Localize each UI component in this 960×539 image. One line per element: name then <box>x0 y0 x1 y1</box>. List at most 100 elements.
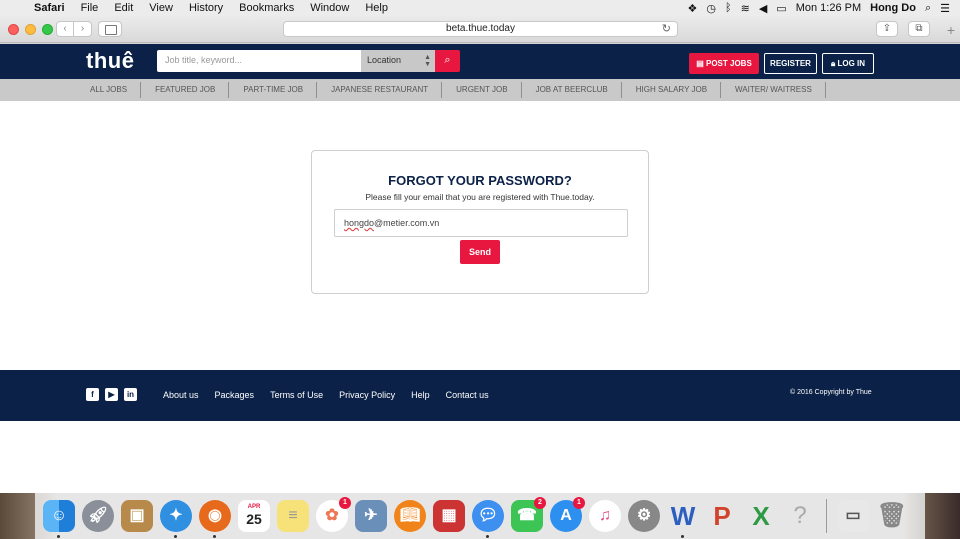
register-button[interactable]: REGISTER <box>764 53 817 74</box>
search-button[interactable]: ⌕ <box>435 50 460 72</box>
send-button[interactable]: Send <box>460 240 500 264</box>
menu-help[interactable]: Help <box>357 2 396 14</box>
document-icon: ▤ <box>696 59 706 68</box>
web-page: thuê Job title, keyword... Location ▲ ▼ ⌕… <box>0 44 960 493</box>
location-select[interactable]: Location ▲ ▼ <box>361 50 435 72</box>
menubar-user[interactable]: Hong Do <box>870 2 916 14</box>
app-store-badge: 1 <box>573 497 585 509</box>
site-header: thuê Job title, keyword... Location ▲ ▼ ⌕… <box>0 44 960 79</box>
calendar-icon[interactable]: APR 25 <box>238 500 270 532</box>
wifi-icon[interactable]: ≋ <box>741 2 750 15</box>
category-job-at-beerclub[interactable]: JOB AT BEERCLUB <box>522 79 622 101</box>
photos-badge: 1 <box>339 497 351 509</box>
battery-icon[interactable]: ▭ <box>776 2 786 15</box>
app-store-icon[interactable]: A1 <box>550 497 585 532</box>
calendar-month: APR <box>247 504 261 510</box>
category-high-salary-job[interactable]: HIGH SALARY JOB <box>622 79 722 101</box>
messages-icon[interactable]: 💬︎ <box>472 500 504 538</box>
email-field[interactable]: hongdo@metier.com.vn <box>334 209 628 237</box>
forgot-password-subtitle: Please fill your email that you are regi… <box>365 192 595 202</box>
menu-edit[interactable]: Edit <box>106 2 141 14</box>
select-arrows-icon: ▲ ▼ <box>424 54 431 68</box>
category-urgent-job[interactable]: URGENT JOB <box>442 79 523 101</box>
excel-icon[interactable]: X <box>745 500 777 532</box>
category-all-jobs[interactable]: ALL JOBS <box>76 79 142 101</box>
macos-dock: ☺ 🚀︎ ▣ ✦ ◉ APR 25 ≡ ✿ 1 ✈︎ 📖︎ ▦ 💬︎ ☎ 2 A1 ♫… <box>0 493 960 539</box>
footer-link-about[interactable]: About us <box>163 390 199 400</box>
category-waiter-waitress[interactable]: WAITER/ WAITRESS <box>721 79 826 101</box>
category-part-time-job[interactable]: PART-TIME JOB <box>229 79 317 101</box>
menubar-clock[interactable]: Mon 1:26 PM <box>796 2 861 14</box>
dropbox-icon[interactable]: ❖ <box>688 2 698 15</box>
login-button[interactable]: 🔒︎ LOG IN <box>822 53 874 74</box>
forgot-password-title: FORGOT YOUR PASSWORD? <box>388 173 572 188</box>
bluetooth-icon[interactable]: ᛒ <box>725 2 732 14</box>
powerpoint-icon[interactable]: P <box>706 500 738 532</box>
launchpad-icon[interactable]: 🚀︎ <box>82 500 114 532</box>
search-icon: ⌕ <box>444 54 451 66</box>
spotlight-icon[interactable]: ⌕ <box>925 2 931 15</box>
minimize-window-button[interactable] <box>25 24 36 35</box>
category-nav: ALL JOBS FEATURED JOB PART-TIME JOB JAPA… <box>0 79 960 101</box>
preview-icon[interactable]: ✈︎ <box>355 500 387 532</box>
search-input[interactable]: Job title, keyword... <box>157 50 361 72</box>
trash-icon[interactable]: 🗑︎ <box>876 500 908 532</box>
site-footer: f ▶ in About us Packages Terms of Use Pr… <box>0 370 960 421</box>
firefox-icon[interactable]: ◉ <box>199 500 231 538</box>
unknown-app-icon[interactable]: ? <box>784 500 816 532</box>
menu-bookmarks[interactable]: Bookmarks <box>231 2 302 14</box>
macos-menu-bar: Safari File Edit View History Bookmarks … <box>0 0 960 16</box>
safari-icon[interactable]: ✦ <box>160 500 192 538</box>
reload-icon[interactable]: ↻ <box>662 22 671 36</box>
back-button[interactable]: ‹ <box>56 21 74 37</box>
close-window-button[interactable] <box>8 24 19 35</box>
menu-view[interactable]: View <box>141 2 181 14</box>
menu-window[interactable]: Window <box>302 2 357 14</box>
linkedin-icon[interactable]: in <box>124 388 137 401</box>
tabs-overview-button[interactable]: ⧉ <box>908 21 930 37</box>
photo-booth-icon[interactable]: ▦ <box>433 500 465 532</box>
notes-icon[interactable]: ≡ <box>277 500 309 532</box>
downloads-stack-icon[interactable]: ▭ <box>837 500 869 532</box>
ibooks-icon[interactable]: 📖︎ <box>394 500 426 532</box>
finder-icon[interactable]: ☺ <box>43 500 75 538</box>
facetime-icon[interactable]: ☎ 2 <box>511 497 546 532</box>
fullscreen-window-button[interactable] <box>42 24 53 35</box>
footer-link-terms[interactable]: Terms of Use <box>270 390 323 400</box>
contacts-icon[interactable]: ▣ <box>121 500 153 532</box>
new-tab-button[interactable]: + <box>942 22 960 40</box>
footer-link-privacy[interactable]: Privacy Policy <box>339 390 395 400</box>
forgot-password-card: FORGOT YOUR PASSWORD? Please fill your e… <box>311 150 649 294</box>
menu-file[interactable]: File <box>73 2 107 14</box>
safari-toolbar: ‹ › beta.thue.today ↻ ⇪ ⧉ <box>0 16 960 43</box>
footer-link-contact[interactable]: Contact us <box>446 390 489 400</box>
share-button[interactable]: ⇪ <box>876 21 898 37</box>
url-text: beta.thue.today <box>446 23 515 34</box>
word-icon[interactable]: W <box>667 500 699 538</box>
facetime-badge: 2 <box>534 497 546 509</box>
menu-history[interactable]: History <box>181 2 231 14</box>
facebook-icon[interactable]: f <box>86 388 99 401</box>
photos-icon[interactable]: ✿ 1 <box>316 497 351 532</box>
notification-center-icon[interactable]: ☰ <box>940 2 950 15</box>
forward-button[interactable]: › <box>74 21 92 37</box>
sidebar-toggle-button[interactable] <box>98 21 122 37</box>
itunes-icon[interactable]: ♫ <box>589 500 621 532</box>
time-machine-icon[interactable]: ◷ <box>706 2 716 15</box>
category-featured-job[interactable]: FEATURED JOB <box>141 79 230 101</box>
dock-separator <box>826 499 827 533</box>
site-logo[interactable]: thuê <box>86 48 134 74</box>
system-preferences-icon[interactable]: ⚙ <box>628 500 660 532</box>
menu-app-name[interactable]: Safari <box>26 2 73 14</box>
address-bar[interactable]: beta.thue.today ↻ <box>283 21 678 37</box>
footer-link-packages[interactable]: Packages <box>215 390 255 400</box>
category-japanese-restaurant[interactable]: JAPANESE RESTAURANT <box>317 79 443 101</box>
email-domain-text: @metier.com.vn <box>374 218 440 228</box>
youtube-icon[interactable]: ▶ <box>105 388 118 401</box>
footer-link-help[interactable]: Help <box>411 390 430 400</box>
location-label: Location <box>367 55 402 65</box>
copyright-text: © 2016 Copyright by Thue <box>790 389 872 396</box>
volume-icon[interactable]: ◀ <box>759 2 767 15</box>
post-jobs-button[interactable]: ▤ POST JOBS <box>689 53 759 74</box>
login-label: LOG IN <box>837 59 866 68</box>
